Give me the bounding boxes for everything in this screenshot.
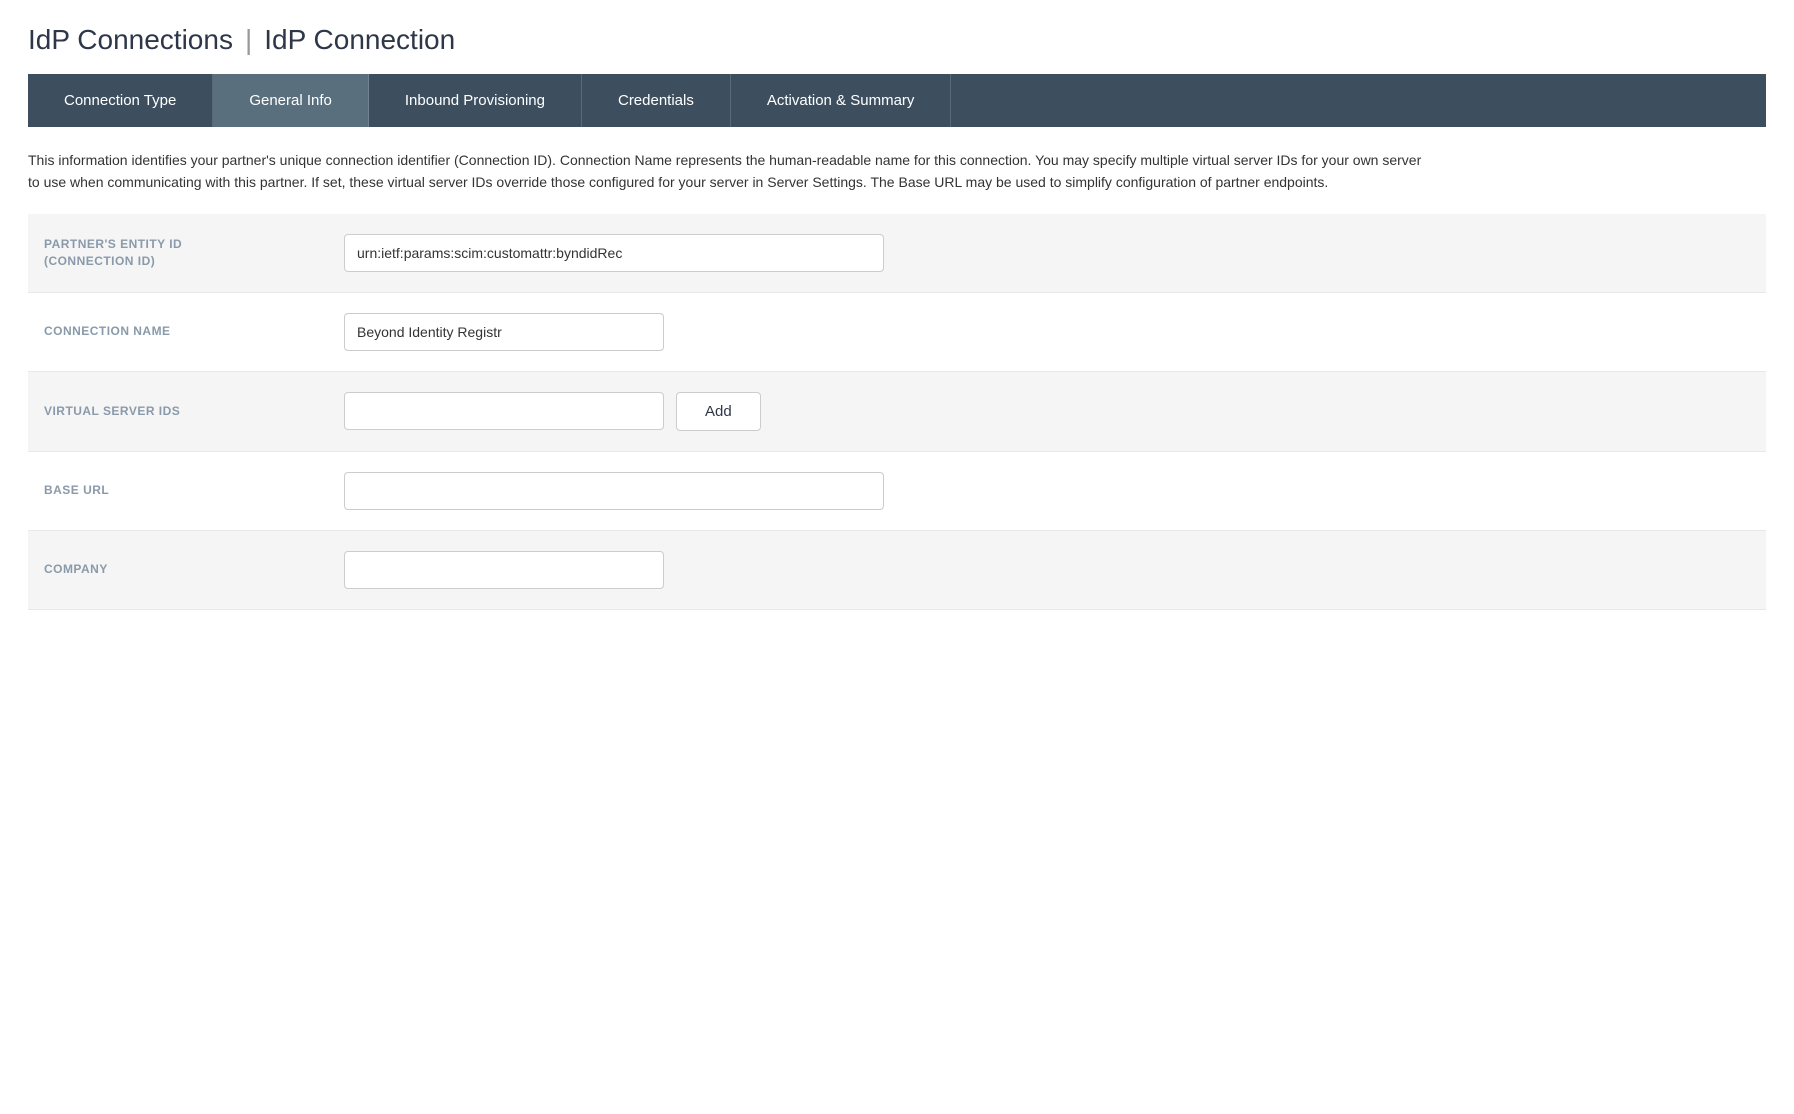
form-row-entity-id: PARTNER'S ENTITY ID (CONNECTION ID) — [28, 214, 1766, 293]
tab-inbound-provisioning[interactable]: Inbound Provisioning — [369, 74, 582, 127]
field-area-entity-id — [344, 234, 1750, 272]
add-virtual-server-button[interactable]: Add — [676, 392, 761, 431]
description-text: This information identifies your partner… — [28, 127, 1428, 214]
field-area-connection-name — [344, 313, 1750, 351]
breadcrumb: IdP Connections | IdP Connection — [28, 24, 1766, 56]
tab-activation-summary[interactable]: Activation & Summary — [731, 74, 952, 127]
form-section: PARTNER'S ENTITY ID (CONNECTION ID) CONN… — [28, 214, 1766, 610]
breadcrumb-parent[interactable]: IdP Connections — [28, 24, 233, 56]
breadcrumb-divider: | — [245, 24, 252, 56]
label-virtual-server-ids: VIRTUAL SERVER IDS — [44, 403, 344, 420]
field-area-company — [344, 551, 1750, 589]
input-company[interactable] — [344, 551, 664, 589]
tab-credentials[interactable]: Credentials — [582, 74, 731, 127]
input-entity-id[interactable] — [344, 234, 884, 272]
tab-bar: Connection Type General Info Inbound Pro… — [28, 74, 1766, 127]
form-row-connection-name: CONNECTION NAME — [28, 293, 1766, 372]
breadcrumb-current: IdP Connection — [264, 24, 455, 56]
label-company: COMPANY — [44, 561, 344, 578]
tab-general-info[interactable]: General Info — [213, 74, 369, 127]
form-row-virtual-server-ids: VIRTUAL SERVER IDS Add — [28, 372, 1766, 452]
field-area-base-url — [344, 472, 1750, 510]
label-entity-id: PARTNER'S ENTITY ID (CONNECTION ID) — [44, 236, 344, 270]
form-row-company: COMPANY — [28, 531, 1766, 610]
page-container: IdP Connections | IdP Connection Connect… — [0, 0, 1794, 634]
input-virtual-server-ids[interactable] — [344, 392, 664, 430]
input-base-url[interactable] — [344, 472, 884, 510]
label-base-url: BASE URL — [44, 482, 344, 499]
tab-connection-type[interactable]: Connection Type — [28, 74, 213, 127]
input-connection-name[interactable] — [344, 313, 664, 351]
label-connection-name: CONNECTION NAME — [44, 323, 344, 340]
form-row-base-url: BASE URL — [28, 452, 1766, 531]
field-area-virtual-server-ids: Add — [344, 392, 1750, 431]
